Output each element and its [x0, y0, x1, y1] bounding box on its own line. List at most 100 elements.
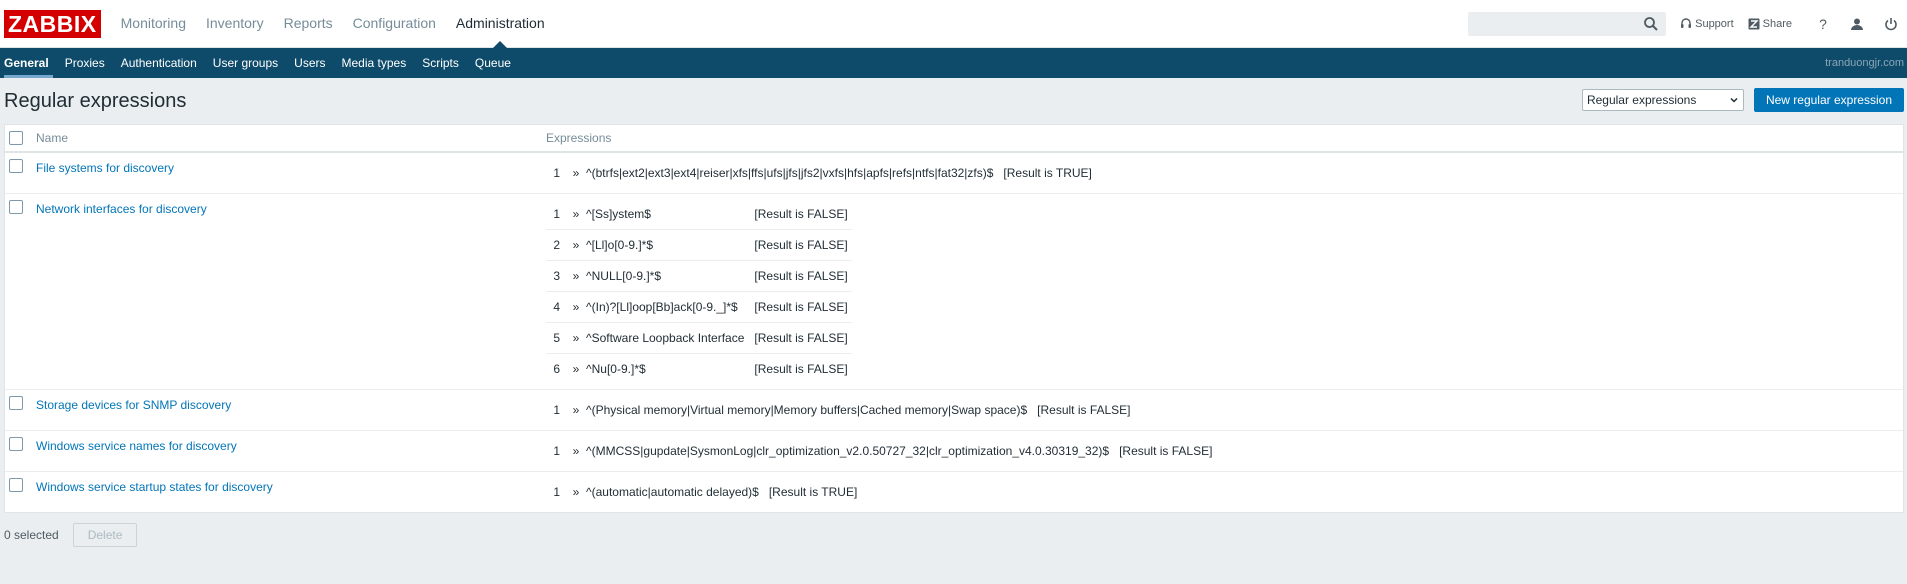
expression-result: [Result is FALSE]: [1119, 444, 1213, 458]
page-type-select[interactable]: Regular expressions: [1581, 89, 1744, 111]
expression-row: 1 » ^[Ss]ystem$ [Result is FALSE]: [546, 199, 852, 230]
expression-text: ^(automatic|automatic delayed)$: [586, 485, 759, 499]
expression-text: ^[Ll]o[0-9.]*$: [586, 229, 755, 261]
expression-row: 2 » ^[Ll]o[0-9.]*$ [Result is FALSE]: [546, 229, 852, 261]
expression-result: [Result is FALSE]: [754, 199, 852, 230]
expression-text: ^Software Loopback Interface: [586, 322, 755, 354]
help-icon[interactable]: ?: [1815, 16, 1831, 32]
expression-row: 1 » ^(MMCSS|gupdate|SysmonLog|clr_optimi…: [546, 436, 1216, 466]
regex-table-panel: Name Expressions File systems for discov…: [4, 124, 1904, 513]
table-row: Network interfaces for discovery 1 » ^[S…: [5, 193, 1903, 390]
share-label: Share: [1762, 17, 1792, 30]
expression-number: 1: [553, 485, 560, 499]
expression-number: 6: [553, 362, 560, 376]
support-label: Support: [1695, 17, 1734, 30]
main-nav: Monitoring Inventory Reports Configurati…: [111, 0, 555, 48]
expression-arrow: »: [566, 260, 586, 292]
search-box: [1468, 11, 1667, 36]
row-checkbox[interactable]: [9, 478, 23, 492]
sub-nav-queue[interactable]: Queue: [467, 48, 519, 78]
expression-arrow: »: [566, 229, 586, 261]
page-header: Regular expressions Regular expressions …: [0, 78, 1907, 124]
expression-number: 3: [546, 260, 566, 292]
search-input[interactable]: [1469, 13, 1644, 34]
expression-row: 1 » ^(automatic|automatic delayed)$ [Res…: [546, 477, 861, 507]
expression-list: 1 » ^(automatic|automatic delayed)$ [Res…: [546, 477, 861, 507]
column-header-expressions: Expressions: [545, 125, 1903, 153]
expression-row: 3 » ^NULL[0-9.]*$ [Result is FALSE]: [546, 260, 852, 292]
nav-administration[interactable]: Administration: [446, 0, 555, 48]
sub-nav-scripts[interactable]: Scripts: [414, 48, 467, 78]
expression-result: [Result is FALSE]: [754, 260, 852, 292]
table-row: File systems for discovery 1 » ^(btrfs|e…: [5, 152, 1903, 194]
top-header: ZABBIX Monitoring Inventory Reports Conf…: [0, 0, 1907, 48]
table-row: Windows service startup states for disco…: [5, 472, 1903, 513]
zabbix-logo[interactable]: ZABBIX: [4, 9, 101, 38]
expression-list: 1 » ^(btrfs|ext2|ext3|ext4|reiser|xfs|ff…: [546, 158, 1096, 188]
regex-name-link[interactable]: Storage devices for SNMP discovery: [36, 398, 231, 412]
expression-number: 2: [546, 229, 566, 261]
sub-nav-users[interactable]: Users: [286, 48, 333, 78]
expression-result: [Result is FALSE]: [754, 322, 852, 354]
page-title: Regular expressions: [4, 89, 187, 112]
expression-arrow: »: [566, 322, 586, 354]
nav-inventory[interactable]: Inventory: [196, 0, 274, 47]
expression-result: [Result is FALSE]: [754, 229, 852, 261]
sub-nav-proxies[interactable]: Proxies: [57, 48, 113, 78]
row-checkbox[interactable]: [9, 396, 23, 410]
header-right: Support Share ?: [1468, 0, 1907, 47]
footer-actions: 0 selected Delete: [4, 523, 1907, 547]
row-checkbox[interactable]: [9, 437, 23, 451]
expression-text: ^(btrfs|ext2|ext3|ext4|reiser|xfs|ffs|uf…: [586, 166, 994, 180]
nav-monitoring[interactable]: Monitoring: [111, 0, 196, 47]
page-controls: Regular expressions New regular expressi…: [1581, 88, 1904, 112]
expression-list: 1 » ^[Ss]ystem$ [Result is FALSE] 2 » ^[…: [546, 199, 852, 384]
sub-nav-authentication[interactable]: Authentication: [113, 48, 205, 78]
expression-text: ^(MMCSS|gupdate|SysmonLog|clr_optimizati…: [586, 444, 1110, 458]
expression-result: [Result is FALSE]: [1037, 403, 1131, 417]
sign-out-icon[interactable]: [1883, 16, 1899, 32]
expression-arrow: »: [566, 291, 586, 323]
regex-name-link[interactable]: File systems for discovery: [36, 161, 174, 175]
nav-configuration[interactable]: Configuration: [343, 0, 446, 47]
sub-nav-general[interactable]: General: [0, 48, 57, 78]
sub-nav-media-types[interactable]: Media types: [334, 48, 415, 78]
table-row: Windows service names for discovery 1 » …: [5, 430, 1903, 472]
expression-row: 6 » ^Nu[0-9.]*$ [Result is FALSE]: [546, 354, 852, 385]
share-link[interactable]: Share: [1748, 18, 1792, 30]
sub-nav-user-groups[interactable]: User groups: [205, 48, 286, 78]
regex-name-link[interactable]: Windows service startup states for disco…: [36, 480, 273, 494]
expression-number: 5: [546, 322, 566, 354]
expression-number: 1: [553, 444, 560, 458]
regex-name-link[interactable]: Network interfaces for discovery: [36, 202, 207, 216]
expression-row: 1 » ^(btrfs|ext2|ext3|ext4|reiser|xfs|ff…: [546, 158, 1096, 188]
regex-name-link[interactable]: Windows service names for discovery: [36, 439, 237, 453]
select-all-checkbox[interactable]: [9, 131, 23, 145]
expression-text: ^(Physical memory|Virtual memory|Memory …: [586, 403, 1028, 417]
expression-arrow: »: [572, 403, 580, 417]
sub-nav: General Proxies Authentication User grou…: [0, 48, 1907, 78]
regex-table: Name Expressions File systems for discov…: [5, 125, 1903, 512]
expression-list: 1 » ^(MMCSS|gupdate|SysmonLog|clr_optimi…: [546, 436, 1216, 466]
header-check-cell: [5, 125, 35, 153]
expression-text: ^NULL[0-9.]*$: [586, 260, 755, 292]
expression-arrow: »: [572, 485, 580, 499]
table-header-row: Name Expressions: [5, 125, 1903, 153]
expression-text: ^Nu[0-9.]*$: [586, 362, 646, 376]
expression-row: 4 » ^(In)?[Ll]oop[Bb]ack[0-9._]*$ [Resul…: [546, 291, 852, 323]
server-name: tranduongjr.com: [1825, 57, 1904, 69]
share-icon: [1748, 18, 1760, 29]
delete-button[interactable]: Delete: [72, 523, 138, 547]
row-checkbox[interactable]: [9, 200, 23, 214]
expression-number: 1: [553, 166, 560, 180]
expression-text: ^[Ss]ystem$: [586, 199, 755, 230]
nav-reports[interactable]: Reports: [274, 0, 343, 47]
new-regular-expression-button[interactable]: New regular expression: [1753, 88, 1904, 112]
user-profile-icon[interactable]: [1849, 16, 1865, 32]
row-checkbox[interactable]: [9, 159, 23, 173]
column-header-name[interactable]: Name: [35, 125, 545, 153]
search-icon[interactable]: [1643, 16, 1659, 32]
support-link[interactable]: Support: [1680, 18, 1734, 30]
expression-number: 1: [553, 403, 560, 417]
expression-result: [Result is FALSE]: [754, 362, 848, 376]
